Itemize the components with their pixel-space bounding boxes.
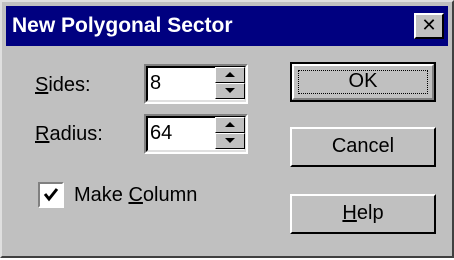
radius-spinbox: 64	[144, 114, 248, 154]
make-column-label-hotkey: C	[128, 184, 143, 206]
help-button[interactable]: Help	[290, 194, 436, 234]
radius-input[interactable]: 64	[150, 121, 172, 145]
radius-label: Radius:	[35, 122, 103, 146]
sides-label-hotkey: S	[35, 74, 49, 96]
arrow-up-icon	[225, 72, 235, 77]
close-button[interactable]: ✕	[414, 13, 444, 39]
radius-decrement-button[interactable]	[215, 133, 245, 149]
dialog-window: New Polygonal Sector ✕ Sides: 8 Radius: …	[0, 0, 454, 258]
help-button-label: Help	[342, 202, 383, 224]
checkmark-icon	[43, 188, 59, 202]
help-button-text: elp	[356, 202, 384, 224]
sides-input[interactable]: 8	[150, 71, 161, 95]
make-column-label-before: Make	[74, 184, 129, 206]
arrow-down-icon	[225, 88, 235, 93]
cancel-button-label: Cancel	[331, 135, 395, 157]
arrow-up-icon	[225, 122, 235, 127]
sides-spinbox: 8	[144, 64, 248, 104]
sides-label: Sides:	[35, 73, 91, 97]
title-bar[interactable]: New Polygonal Sector ✕	[6, 6, 448, 46]
cancel-button[interactable]: Cancel	[290, 127, 436, 167]
close-icon: ✕	[421, 15, 437, 36]
make-column-checkbox[interactable]	[38, 182, 64, 208]
make-column-label-after: olumn	[142, 184, 198, 206]
sides-label-text: ides:	[48, 74, 91, 96]
arrow-down-icon	[225, 138, 235, 143]
dialog-title: New Polygonal Sector	[12, 14, 233, 37]
ok-button-label: OK	[348, 70, 378, 92]
radius-label-text: adius:	[49, 123, 103, 145]
ok-button[interactable]: OK	[290, 62, 436, 102]
radius-label-hotkey: R	[35, 123, 50, 145]
radius-increment-button[interactable]	[215, 117, 245, 133]
help-button-hotkey: H	[342, 202, 357, 224]
make-column-label[interactable]: Make Column	[74, 183, 197, 207]
sides-decrement-button[interactable]	[215, 83, 245, 99]
sides-increment-button[interactable]	[215, 67, 245, 83]
